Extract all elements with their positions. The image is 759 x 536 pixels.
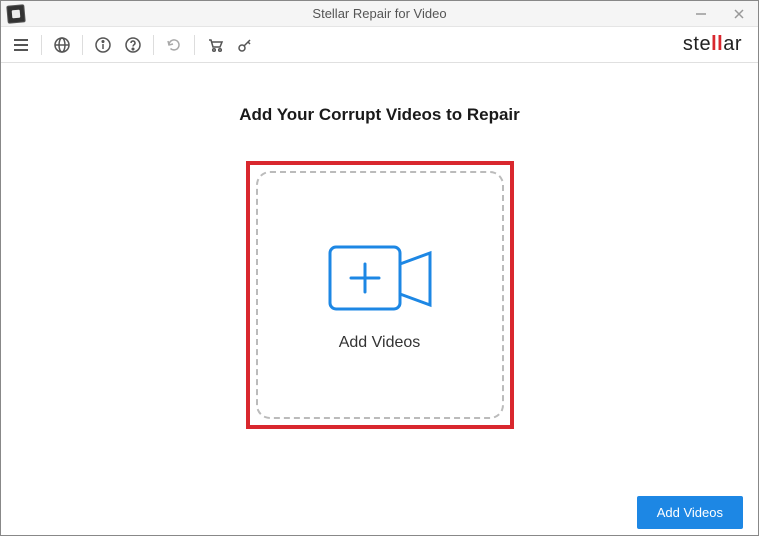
window-controls — [682, 1, 758, 26]
help-icon[interactable] — [121, 33, 145, 57]
minimize-button[interactable] — [682, 1, 720, 26]
menu-icon[interactable] — [9, 33, 33, 57]
dropzone-label: Add Videos — [339, 334, 421, 352]
main-content: Add Your Corrupt Videos to Repair Add Vi… — [1, 63, 758, 487]
toolbar-separator — [153, 35, 154, 55]
titlebar: Stellar Repair for Video — [1, 1, 758, 27]
refresh-icon[interactable] — [162, 33, 186, 57]
toolbar: stellar — [1, 27, 758, 63]
toolbar-separator — [82, 35, 83, 55]
globe-icon[interactable] — [50, 33, 74, 57]
key-icon[interactable] — [233, 33, 257, 57]
page-heading: Add Your Corrupt Videos to Repair — [239, 105, 520, 125]
add-videos-dropzone[interactable]: Add Videos — [256, 171, 504, 419]
video-plus-icon — [320, 239, 440, 324]
app-icon — [6, 4, 26, 24]
dropzone-highlight: Add Videos — [246, 161, 514, 429]
add-videos-button[interactable]: Add Videos — [637, 496, 743, 529]
toolbar-separator — [194, 35, 195, 55]
brand-logo: stellar — [683, 33, 750, 56]
footer: Add Videos — [0, 488, 759, 536]
info-icon[interactable] — [91, 33, 115, 57]
close-button[interactable] — [720, 1, 758, 26]
toolbar-separator — [41, 35, 42, 55]
window-title: Stellar Repair for Video — [1, 6, 758, 21]
cart-icon[interactable] — [203, 33, 227, 57]
